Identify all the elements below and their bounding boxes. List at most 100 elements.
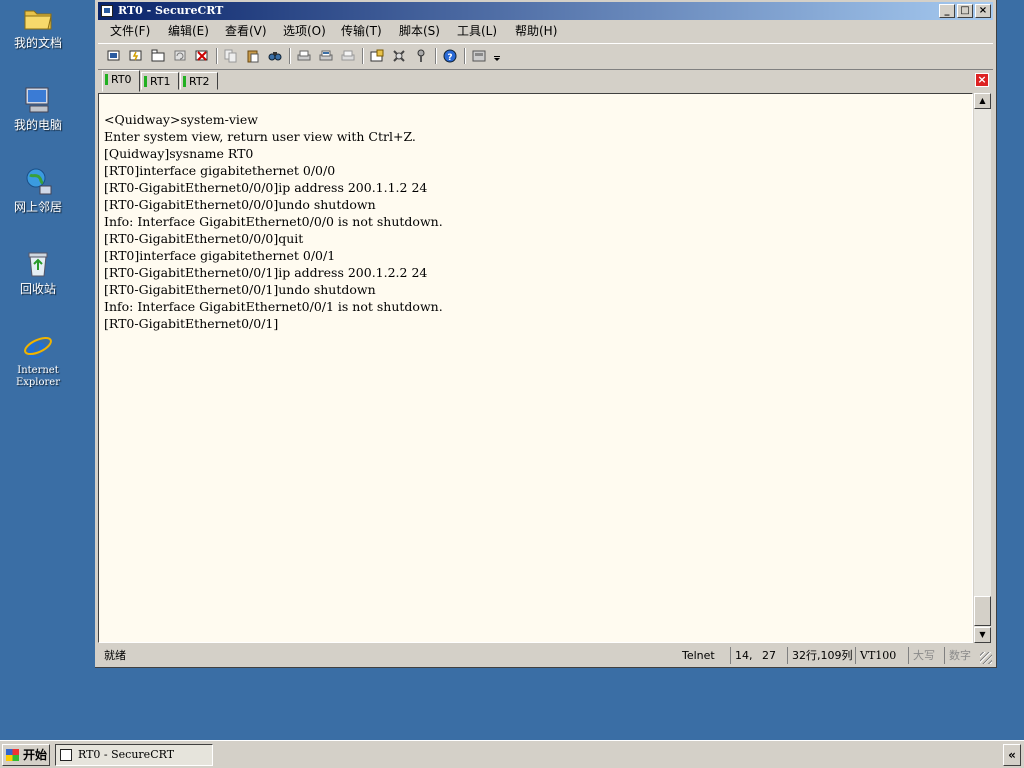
windows-logo-icon (6, 749, 19, 761)
close-tab-button[interactable]: × (975, 73, 989, 87)
sftp-icon[interactable] (470, 48, 488, 64)
menu-view[interactable]: 查看(V) (225, 23, 267, 39)
paste-icon[interactable] (244, 48, 262, 64)
desktop-icon-network[interactable]: 网上邻居 (6, 166, 70, 214)
menu-bar: 文件(F) 编辑(E) 查看(V) 选项(O) 传输(T) 脚本(S) 工具(L… (98, 21, 993, 41)
reconnect-icon[interactable] (171, 48, 189, 64)
svg-text:?: ? (447, 53, 452, 63)
terminal-line: Info: Interface GigabitEthernet0/0/0 is … (104, 214, 443, 229)
keymap-icon[interactable] (412, 48, 430, 64)
desktop-icon-label: 网上邻居 (13, 200, 62, 214)
terminal-scrollbar[interactable]: ▲ ▼ (974, 93, 991, 643)
terminal-line: Enter system view, return user view with… (104, 129, 416, 144)
taskbar: 开始 RT0 - SecureCRT « (0, 740, 1024, 768)
scroll-up-button[interactable]: ▲ (974, 93, 991, 109)
status-ready: 就绪 (104, 649, 126, 662)
disconnect-icon[interactable] (193, 48, 211, 64)
connected-indicator-icon (183, 76, 186, 87)
toolbar-separator (362, 48, 364, 64)
find-icon[interactable] (266, 48, 284, 64)
desktop-icon-my-documents[interactable]: 我的文档 (6, 2, 70, 50)
desktop-icon-recycle-bin[interactable]: 回收站 (6, 248, 70, 296)
terminal-line: Info: Interface GigabitEthernet0/0/1 is … (104, 299, 443, 314)
status-num-lock: 数字 (944, 647, 980, 664)
tab-rt1[interactable]: RT1 (141, 72, 179, 90)
toolbar-separator (216, 48, 218, 64)
terminal-line: [Quidway]sysname RT0 (104, 146, 254, 161)
connected-indicator-icon (105, 74, 108, 85)
terminal-output[interactable]: <Quidway>system-view Enter system view, … (98, 93, 973, 643)
status-cursor-col: 27 (762, 649, 776, 662)
tab-label: RT2 (189, 75, 210, 88)
window-title: RT0 - SecureCRT (118, 4, 224, 17)
copy-icon[interactable] (222, 48, 240, 64)
tab-label: RT0 (111, 73, 132, 86)
menu-transfer[interactable]: 传输(T) (341, 23, 382, 39)
status-caps-lock: 大写 (908, 647, 944, 664)
folder-icon (22, 2, 54, 34)
securecrt-app-icon (60, 749, 72, 761)
status-emulation: VT100 (855, 647, 901, 664)
network-icon (22, 166, 54, 198)
menu-file[interactable]: 文件(F) (110, 23, 150, 39)
desktop-icon-internet-explorer[interactable]: e Internet Explorer (6, 330, 70, 389)
scroll-down-button[interactable]: ▼ (974, 627, 991, 643)
desktop-icon-label: 我的文档 (13, 36, 62, 50)
recycle-bin-icon (22, 248, 54, 280)
scrollbar-thumb[interactable] (974, 596, 991, 626)
menu-edit[interactable]: 编辑(E) (168, 23, 209, 39)
terminal-line: [RT0-GigabitEthernet0/0/0]ip address 200… (104, 180, 428, 195)
terminal-line: [RT0-GigabitEthernet0/0/1] (104, 316, 279, 331)
session-options-icon[interactable] (368, 48, 386, 64)
terminal-line: [RT0-GigabitEthernet0/0/1]undo shutdown (104, 282, 376, 297)
start-button[interactable]: 开始 (2, 744, 50, 766)
resize-grip-icon[interactable] (980, 652, 992, 664)
print-setup-icon[interactable] (339, 48, 357, 64)
connect-icon[interactable] (105, 48, 123, 64)
terminal-line: <Quidway>system-view (104, 112, 259, 127)
maximize-button[interactable]: □ (957, 4, 973, 18)
title-bar[interactable]: RT0 - SecureCRT _ □ × (98, 2, 993, 20)
minimize-button[interactable]: _ (939, 4, 955, 18)
menu-help[interactable]: 帮助(H) (515, 23, 557, 39)
quick-connect-icon[interactable] (127, 48, 145, 64)
toolbar-overflow-chevron-icon[interactable] (492, 48, 502, 64)
toolbar-separator (289, 48, 291, 64)
menu-options[interactable]: 选项(O) (283, 23, 326, 39)
toolbar-separator (464, 48, 466, 64)
menu-script[interactable]: 脚本(S) (399, 23, 440, 39)
computer-icon (22, 84, 54, 116)
ie-icon: e (22, 330, 54, 366)
svg-text:e: e (27, 331, 46, 362)
toolbar-separator (435, 48, 437, 64)
tray-expand-chevron-icon[interactable]: « (1003, 744, 1021, 766)
menu-tools[interactable]: 工具(L) (457, 23, 497, 39)
desktop-icon-label: 回收站 (19, 282, 56, 296)
start-label: 开始 (23, 748, 48, 762)
status-cursor-row: 14, (730, 647, 758, 664)
taskbar-item-securecrt[interactable]: RT0 - SecureCRT (55, 744, 213, 766)
tab-rt0[interactable]: RT0 (102, 70, 140, 92)
status-size: 32行,109列 (787, 647, 855, 664)
status-protocol: Telnet (682, 649, 715, 662)
desktop-icon-my-computer[interactable]: 我的电脑 (6, 84, 70, 132)
global-options-icon[interactable] (390, 48, 408, 64)
securecrt-window: RT0 - SecureCRT _ □ × 文件(F) 编辑(E) 查看(V) … (95, 0, 997, 668)
print-icon[interactable] (295, 48, 313, 64)
terminal-line: [RT0-GigabitEthernet0/0/0]undo shutdown (104, 197, 376, 212)
toolbar: ? (98, 43, 993, 70)
connect-in-tab-icon[interactable] (149, 48, 167, 64)
tab-rt2[interactable]: RT2 (180, 72, 218, 90)
desktop-icon-label: Internet Explorer (15, 365, 61, 388)
desktop-icon-label: 我的电脑 (13, 118, 62, 132)
help-icon[interactable]: ? (441, 48, 459, 64)
terminal-line: [RT0]interface gigabitethernet 0/0/0 (104, 163, 336, 178)
terminal-line: [RT0-GigabitEthernet0/0/0]quit (104, 231, 304, 246)
print-selection-icon[interactable] (317, 48, 335, 64)
terminal-line: [RT0-GigabitEthernet0/0/1]ip address 200… (104, 265, 428, 280)
status-bar: 就绪 Telnet 14, 27 32行,109列 VT100 大写 数字 (98, 645, 993, 665)
terminal-line: [RT0]interface gigabitethernet 0/0/1 (104, 248, 336, 263)
close-button[interactable]: × (975, 4, 991, 18)
tab-label: RT1 (150, 75, 171, 88)
securecrt-app-icon[interactable] (101, 5, 113, 17)
